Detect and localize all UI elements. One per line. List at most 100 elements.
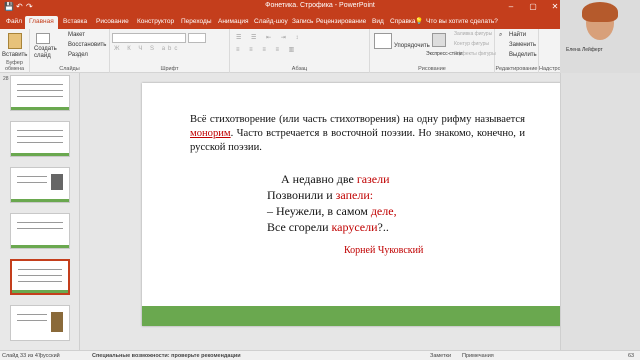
webcam-overlay: Елена Лейферт — [560, 0, 640, 73]
paragraph-text: Всё стихотворение (или часть стихотворен… — [190, 114, 525, 125]
thumbnail-image — [51, 312, 63, 332]
group-slides: Создать слайд Макет Восстановить Раздел … — [30, 29, 110, 73]
font-name-field[interactable] — [112, 33, 186, 43]
poem-text: ?.. — [377, 220, 389, 234]
slide-thumbnail[interactable] — [10, 121, 70, 157]
tab-view[interactable]: Вид — [372, 16, 384, 29]
zoom-level[interactable]: 63 — [628, 353, 634, 359]
arrange-button[interactable]: Упорядочить — [394, 43, 430, 49]
group-drawing: Упорядочить Экспресс-стили Заливка фигур… — [370, 29, 496, 73]
tab-home[interactable]: Главная — [25, 16, 58, 29]
tab-draw[interactable]: Рисование — [96, 16, 129, 29]
tab-file[interactable]: Файл — [6, 16, 22, 29]
slide-thumbnail[interactable] — [10, 213, 70, 249]
slide-thumbnail[interactable] — [10, 167, 70, 203]
thumbnail-line — [17, 130, 63, 131]
lightbulb-icon: 💡 — [415, 18, 424, 25]
presenter-hair — [582, 2, 618, 22]
poem-text: – Неужели, в самом — [267, 204, 371, 218]
poem-block[interactable]: А недавно две газели Позвонили и запели:… — [267, 171, 397, 235]
thumbnail-line — [17, 228, 63, 229]
paragraph-icons[interactable]: ☰ ☰ ⇤ ⇥ ↕ — [236, 34, 302, 41]
paste-button[interactable]: Вставить — [2, 52, 27, 58]
paste-icon[interactable] — [8, 33, 22, 49]
slide-canvas[interactable]: Всё стихотворение (или часть стихотворен… — [142, 83, 574, 326]
thumbnail-line — [17, 222, 63, 223]
thumbnail-line — [17, 314, 47, 315]
slide-thumbnail-selected[interactable] — [10, 259, 70, 295]
new-slide-icon[interactable] — [36, 33, 50, 44]
paragraph-text: . Часто встречается в восточной поэзии. … — [190, 128, 525, 153]
font-format-icons[interactable]: Ж К Ч S abc — [114, 46, 180, 52]
slide-thumbnail[interactable] — [10, 305, 70, 341]
group-label: Рисование — [418, 66, 446, 72]
tab-design[interactable]: Конструктор — [137, 16, 174, 29]
thumbnail-line — [17, 176, 47, 177]
shape-outline-button[interactable]: Контур фигуры — [454, 41, 489, 47]
thumbnail-line — [17, 90, 63, 91]
group-clipboard: Вставить Буфер обмена — [0, 29, 30, 73]
language-indicator[interactable]: русский — [40, 353, 60, 359]
maximize-icon[interactable]: ▢ — [522, 1, 544, 13]
poem-text: Позвонили и — [267, 188, 336, 202]
status-bar: Слайд 33 из 47 русский Специальные возмо… — [0, 350, 640, 360]
font-size-field[interactable] — [188, 33, 206, 43]
ribbon: Вставить Буфер обмена Создать слайд Маке… — [0, 29, 569, 73]
select-button[interactable]: Выделить — [509, 52, 537, 58]
poem-text: Все сгорели — [267, 220, 332, 234]
slide-thumbnail[interactable]: 28 — [3, 75, 70, 111]
shape-effects-button[interactable]: Эффекты фигуры — [454, 51, 496, 57]
accessibility-status[interactable]: Специальные возможности: проверьте реком… — [92, 353, 241, 359]
tab-transitions[interactable]: Переходы — [181, 16, 212, 29]
create-slide-button[interactable]: Создать слайд — [34, 46, 58, 60]
quick-styles-icon[interactable] — [432, 33, 446, 47]
group-label: Редактирование — [495, 66, 538, 72]
layout-button[interactable]: Макет — [68, 32, 85, 38]
replace-button[interactable]: Заменить — [509, 42, 536, 48]
thumbnail-line — [18, 275, 62, 276]
thumbnail-line — [18, 269, 62, 270]
poem-line: А недавно две газели — [267, 171, 397, 187]
group-font: Ж К Ч S abc Шрифт — [110, 29, 230, 73]
tab-insert[interactable]: Вставка — [63, 16, 87, 29]
tab-slideshow[interactable]: Слайд-шоу — [254, 16, 288, 29]
thumbnail-number: 28 — [3, 76, 9, 82]
thumbnail-line — [17, 182, 47, 183]
thumbnail-green-bar — [11, 107, 69, 110]
tell-me-search[interactable]: Что вы хотите сделать? — [426, 16, 498, 29]
thumbnail-line — [17, 142, 63, 143]
group-addins: Надстройки — [539, 29, 569, 73]
tab-animations[interactable]: Анимация — [218, 16, 249, 29]
tab-help[interactable]: Справка — [390, 16, 416, 29]
thumbnail-line — [17, 84, 63, 85]
comments-button[interactable]: Примечания — [462, 353, 494, 359]
minimize-icon[interactable]: – — [500, 1, 522, 13]
shape-fill-button[interactable]: Заливка фигуры — [454, 31, 492, 37]
slide-paragraph[interactable]: Всё стихотворение (или часть стихотворен… — [190, 113, 525, 155]
title-bar: 💾 ↶ ↷ Фонетика. Строфика - PowerPoint – … — [0, 0, 640, 14]
section-button[interactable]: Раздел — [68, 52, 88, 58]
group-label: Буфер обмена — [4, 60, 25, 72]
slide-footer-bar — [142, 306, 574, 326]
thumbnail-green-bar — [11, 245, 69, 248]
shapes-icon[interactable] — [374, 33, 392, 49]
rhyme-word: деле, — [370, 204, 397, 218]
tab-review[interactable]: Рецензирование — [316, 16, 366, 29]
group-label: Шрифт — [160, 66, 179, 72]
poem-text: А недавно две — [281, 172, 357, 186]
reset-button[interactable]: Восстановить — [68, 42, 106, 48]
thumbnail-green-bar — [11, 199, 69, 202]
thumbnail-line — [18, 281, 62, 282]
group-label: Слайды — [59, 66, 80, 72]
search-icon: ⌕ — [499, 32, 503, 38]
thumbnail-image — [51, 174, 63, 190]
poem-line: Позвонили и запели: — [267, 187, 397, 203]
align-icons[interactable]: ≡ ≡ ≡ ≡ ▥ — [236, 46, 298, 53]
group-editing: Найти Заменить Выделить ⌕ Редактирование — [495, 29, 539, 73]
poem-line: Все сгорели карусели?.. — [267, 219, 397, 235]
tab-record[interactable]: Запись — [292, 16, 313, 29]
find-button[interactable]: Найти — [509, 32, 526, 38]
poem-author[interactable]: Корней Чуковский — [344, 245, 423, 256]
notes-button[interactable]: Заметки — [430, 353, 451, 359]
slide-counter: Слайд 33 из 47 — [2, 353, 41, 359]
